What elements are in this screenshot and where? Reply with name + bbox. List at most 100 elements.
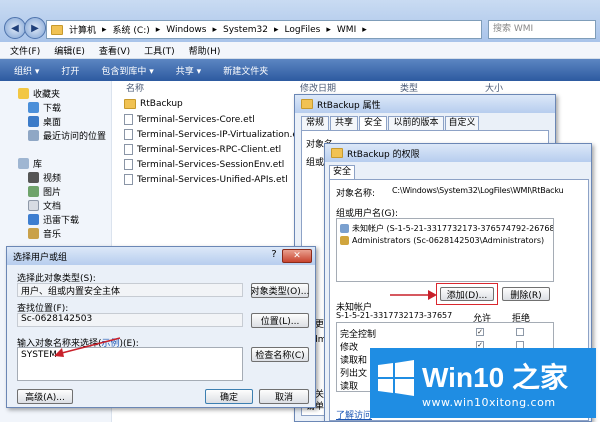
tab-general[interactable]: 常规 bbox=[301, 116, 329, 130]
sidebar-item-documents[interactable]: 文档 bbox=[28, 199, 61, 212]
list-item[interactable]: Terminal-Services-RPC-Client.etl bbox=[124, 144, 281, 155]
file-icon bbox=[124, 129, 133, 140]
deny-checkbox[interactable] bbox=[516, 328, 524, 336]
tab-security[interactable]: 安全 bbox=[329, 165, 355, 179]
column-header-name[interactable]: 名称 bbox=[126, 81, 144, 95]
tab-previous-versions[interactable]: 以前的版本 bbox=[388, 116, 444, 130]
watermark-url: www.win10xitong.com bbox=[422, 396, 556, 409]
list-item[interactable]: Terminal-Services-Core.etl bbox=[124, 114, 255, 125]
permission-name: 修改 bbox=[340, 343, 359, 353]
object-name-value: C:\Windows\System32\LogFiles\WMI\RtBacku bbox=[392, 186, 564, 195]
locations-button[interactable]: 位置(L)... bbox=[251, 313, 309, 328]
sidebar-item-label: 图片 bbox=[43, 188, 62, 198]
list-item[interactable]: Terminal-Services-Unified-APIs.etl bbox=[124, 174, 288, 185]
tab-sharing[interactable]: 共享 bbox=[330, 116, 358, 130]
music-icon bbox=[28, 228, 39, 239]
user-list[interactable]: 未知帐户 (S-1-5-21-3317732173-376574792-2676… bbox=[336, 218, 554, 282]
folder-icon bbox=[301, 99, 313, 109]
list-item-folder[interactable]: RtBackup bbox=[124, 99, 183, 109]
remove-button[interactable]: 删除(R) bbox=[502, 287, 550, 301]
forward-button[interactable]: ▶ bbox=[24, 17, 46, 39]
breadcrumb-item[interactable]: LogFiles bbox=[285, 25, 321, 35]
breadcrumb-item[interactable]: System32 bbox=[223, 25, 268, 35]
user-name: Administrators (Sc-0628142503\Administra… bbox=[352, 236, 545, 245]
document-icon bbox=[28, 200, 39, 211]
sidebar-item-thunder-downloads[interactable]: 迅雷下载 bbox=[28, 213, 79, 226]
sidebar-favorites[interactable]: 收藏夹 bbox=[18, 87, 60, 100]
search-input[interactable]: 搜索 WMI bbox=[488, 20, 596, 39]
ok-button[interactable]: 确定 bbox=[205, 389, 253, 404]
organize-button[interactable]: 组织 ▾ bbox=[14, 64, 39, 77]
close-button[interactable]: ✕ bbox=[282, 249, 312, 263]
dialog-title: RtBackup 属性 bbox=[317, 100, 381, 111]
file-icon bbox=[124, 114, 133, 125]
breadcrumb-item[interactable]: 系统 (C:) bbox=[113, 23, 150, 36]
sidebar-libraries[interactable]: 库 bbox=[18, 157, 42, 170]
check-names-button[interactable]: 检查名称(C) bbox=[251, 347, 309, 362]
file-name: Terminal-Services-IP-Virtualization.etl bbox=[137, 129, 304, 140]
permission-for-sid: S-1-5-21-3317732173-37657 bbox=[336, 311, 453, 320]
folder-icon bbox=[51, 24, 63, 35]
menu-tools[interactable]: 工具(T) bbox=[144, 44, 175, 57]
tab-customize[interactable]: 自定义 bbox=[445, 116, 479, 130]
advanced-button[interactable]: 高级(A)... bbox=[17, 389, 73, 404]
folder-icon bbox=[331, 148, 343, 158]
watermark-brand: Win10 之家 bbox=[422, 362, 568, 393]
column-header-size[interactable]: 大小 bbox=[485, 81, 503, 95]
library-icon bbox=[18, 158, 29, 169]
menu-view[interactable]: 查看(V) bbox=[99, 44, 130, 57]
column-header-modified[interactable]: 修改日期 bbox=[300, 81, 336, 95]
back-button[interactable]: ◀ bbox=[4, 17, 26, 39]
properties-title-bar: RtBackup 属性 bbox=[295, 95, 555, 113]
breadcrumb-item[interactable]: 计算机 bbox=[69, 23, 96, 36]
sidebar-item-label: 迅雷下载 bbox=[43, 216, 80, 226]
sidebar-item-label: 文档 bbox=[43, 202, 62, 212]
new-folder-button[interactable]: 新建文件夹 bbox=[223, 64, 268, 77]
sidebar-item-label: 库 bbox=[33, 160, 43, 170]
add-button[interactable]: 添加(D)... bbox=[440, 287, 494, 301]
address-bar-area: ◀ ▶ 计算机 ▸ 系统 (C:) ▸ Windows ▸ System32 ▸ Log… bbox=[0, 0, 600, 42]
video-icon bbox=[28, 172, 39, 183]
breadcrumb[interactable]: 计算机 ▸ 系统 (C:) ▸ Windows ▸ System32 ▸ LogFile… bbox=[46, 20, 482, 39]
help-icon[interactable]: ? bbox=[267, 249, 281, 263]
sidebar-item-label: 下载 bbox=[43, 104, 62, 114]
cancel-button[interactable]: 取消 bbox=[259, 389, 309, 404]
allow-checkbox[interactable]: ✓ bbox=[476, 328, 484, 336]
sidebar-item-downloads[interactable]: 下载 bbox=[28, 101, 61, 114]
list-item[interactable]: Terminal-Services-IP-Virtualization.etl bbox=[124, 129, 304, 140]
open-button[interactable]: 打开 bbox=[61, 64, 79, 77]
sidebar-item-music[interactable]: 音乐 bbox=[28, 227, 61, 240]
sidebar-item-pictures[interactable]: 图片 bbox=[28, 185, 61, 198]
file-name: Terminal-Services-RPC-Client.etl bbox=[137, 144, 282, 155]
sidebar-item-label: 桌面 bbox=[43, 118, 62, 128]
sidebar-item-videos[interactable]: 视频 bbox=[28, 171, 61, 184]
list-item[interactable]: Terminal-Services-SessionEnv.etl bbox=[124, 159, 284, 170]
permission-name: 读取 bbox=[340, 382, 359, 392]
permission-name: 读取和 bbox=[340, 356, 368, 366]
file-icon bbox=[124, 174, 133, 185]
star-icon bbox=[18, 88, 29, 99]
desktop-icon bbox=[28, 116, 39, 127]
sidebar-item-desktop[interactable]: 桌面 bbox=[28, 115, 61, 128]
menu-edit[interactable]: 编辑(E) bbox=[54, 44, 85, 57]
menu-help[interactable]: 帮助(H) bbox=[189, 44, 221, 57]
menu-bar: 文件(F) 编辑(E) 查看(V) 工具(T) 帮助(H) bbox=[0, 42, 600, 59]
menu-file[interactable]: 文件(F) bbox=[10, 44, 40, 57]
list-item-unknown-account[interactable]: 未知帐户 (S-1-5-21-3317732173-376574792-2676… bbox=[340, 223, 553, 234]
breadcrumb-item[interactable]: Windows bbox=[166, 25, 206, 35]
breadcrumb-item[interactable]: WMI bbox=[337, 25, 356, 35]
download-icon bbox=[28, 102, 39, 113]
file-name: RtBackup bbox=[140, 99, 183, 109]
location-value: Sc-0628142503 bbox=[17, 313, 243, 327]
command-bar: 组织 ▾ 打开 包含到库中 ▾ 共享 ▾ 新建文件夹 bbox=[0, 59, 600, 81]
list-item-administrators[interactable]: Administrators (Sc-0628142503\Administra… bbox=[340, 236, 544, 245]
learn-access-control-link[interactable]: 了解访问 bbox=[336, 408, 372, 421]
include-in-library-button[interactable]: 包含到库中 ▾ bbox=[101, 64, 153, 77]
tab-security[interactable]: 安全 bbox=[359, 116, 387, 130]
object-types-button[interactable]: 对象类型(O)... bbox=[251, 283, 309, 298]
windows-logo-icon bbox=[378, 360, 414, 396]
column-header-type[interactable]: 类型 bbox=[400, 81, 418, 95]
sidebar-item-recent[interactable]: 最近访问的位置 bbox=[28, 129, 106, 142]
picture-icon bbox=[28, 186, 39, 197]
share-button[interactable]: 共享 ▾ bbox=[176, 64, 201, 77]
